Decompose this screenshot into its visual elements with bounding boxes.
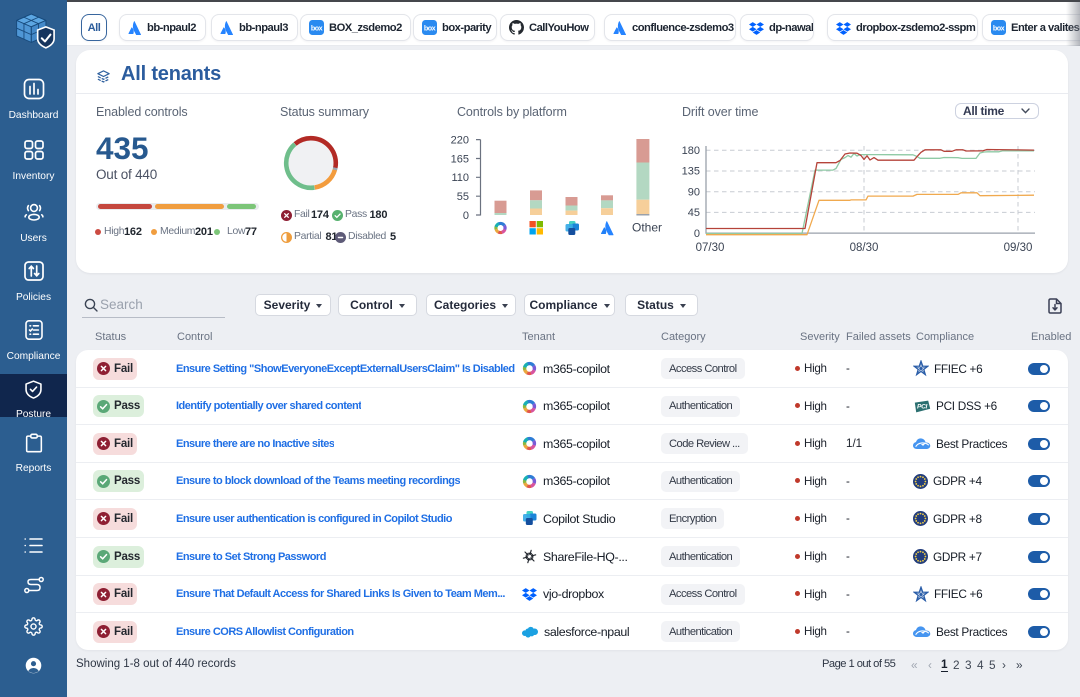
svg-text:09/30: 09/30 (1004, 242, 1033, 254)
svg-text:135: 135 (682, 166, 700, 178)
svg-text:180: 180 (682, 145, 700, 157)
svg-text:45: 45 (688, 207, 700, 219)
svg-text:PCI: PCI (917, 403, 927, 410)
svg-text:55: 55 (457, 191, 469, 203)
svg-text:220: 220 (451, 135, 469, 147)
svg-text:0: 0 (463, 210, 469, 222)
svg-text:0: 0 (694, 228, 700, 240)
svg-text:165: 165 (451, 153, 469, 165)
svg-text:110: 110 (451, 172, 469, 184)
svg-text:box: box (993, 24, 1005, 33)
svg-text:90: 90 (688, 186, 700, 198)
svg-text:Other: Other (632, 221, 662, 235)
svg-text:07/30: 07/30 (696, 242, 725, 254)
svg-text:box: box (311, 24, 323, 33)
svg-text:box: box (424, 24, 436, 33)
svg-text:08/30: 08/30 (850, 242, 879, 254)
